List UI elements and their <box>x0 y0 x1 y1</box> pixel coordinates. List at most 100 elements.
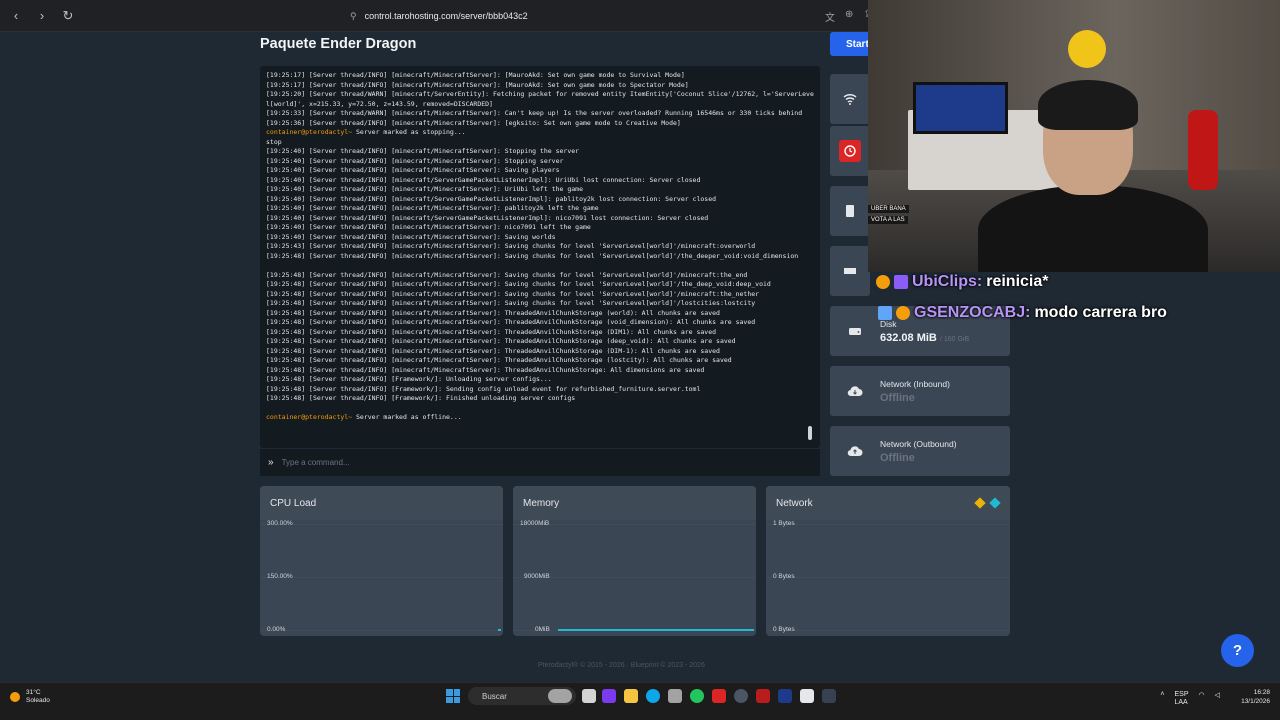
console-line: [19:25:48] [Server thread/INFO] [minecra… <box>266 365 705 374</box>
spotify-icon[interactable] <box>690 689 704 703</box>
command-bar: » <box>260 448 820 476</box>
stream-overlay-text-b: VOTA A LAS <box>868 216 908 224</box>
cpu-series <box>498 629 501 631</box>
chat-message: UbiClips: reinicia* <box>876 273 1048 291</box>
cpu-card <box>830 186 870 236</box>
console-line: [19:25:48] [Server thread/INFO] [minecra… <box>266 337 736 345</box>
console-line: [19:25:48] [Server thread/INFO] [Framewo… <box>266 375 552 383</box>
chat-message: GSENZOCABJ: modo carrera bro <box>878 304 1167 322</box>
network-outbound-card: Network (Outbound) Offline <box>830 426 1010 476</box>
chevron-up-icon[interactable]: ˄ <box>1160 691 1164 707</box>
windows-start-icon[interactable] <box>446 689 460 703</box>
console-line: [19:25:48] [Server thread/INFO] [minecra… <box>266 280 771 288</box>
lang-indicator[interactable]: ESP LAA <box>1174 691 1188 707</box>
address-card <box>830 74 870 124</box>
streamer-hair <box>1038 80 1138 130</box>
windows-taskbar: 31°C Soleado Buscar ˄ ESP LAA ◠ ◁ 16:28 1… <box>0 682 1280 720</box>
chat-username: GSENZOCABJ: <box>914 304 1031 321</box>
widget-icon[interactable] <box>548 689 572 703</box>
console-line: [19:25:48] [Server thread/INFO] [Framewo… <box>266 384 701 393</box>
server-console[interactable]: [19:25:17] [Server thread/INFO] [minecra… <box>260 66 820 448</box>
zoom-icon[interactable]: ⊕ <box>845 9 853 24</box>
legend-inbound-icon <box>974 497 986 509</box>
console-line: [19:25:48] [Server thread/INFO] [minecra… <box>266 356 732 364</box>
console-line: [19:25:48] [Server thread/INFO] [minecra… <box>266 346 720 355</box>
taskbar-clock[interactable]: 16:28 13/1/2026 <box>1241 688 1270 706</box>
app-icon[interactable] <box>756 689 770 703</box>
cpu-tick-bottom: 0.00% <box>267 626 286 633</box>
app-icon[interactable] <box>822 689 836 703</box>
console-line: [19:25:40] [Server thread/INFO] [minecra… <box>266 194 717 203</box>
memory-card <box>830 246 870 296</box>
console-line: [19:25:40] [Server thread/INFO] [minecra… <box>266 185 583 193</box>
badge-icon <box>896 306 910 320</box>
console-line: [19:25:48] [Server thread/INFO] [minecra… <box>266 327 717 336</box>
cpu-tick-mid: 150.00% <box>267 573 293 580</box>
cloud-download-icon <box>830 385 880 397</box>
help-button[interactable]: ? <box>1221 634 1254 667</box>
console-line: [19:25:40] [Server thread/INFO] [minecra… <box>266 232 556 241</box>
console-line: [19:25:40] [Server thread/INFO] [minecra… <box>266 175 701 184</box>
command-input[interactable] <box>281 458 782 467</box>
webcam-overlay: UBER BANA VOTA A LAS <box>868 0 1280 272</box>
cpu-graph-title: CPU Load <box>260 486 503 520</box>
app-icon[interactable] <box>800 689 814 703</box>
console-line: [19:25:40] [Server thread/INFO] [minecra… <box>266 204 599 212</box>
console-line: [19:25:17] [Server thread/INFO] [minecra… <box>266 71 685 79</box>
translate-icon[interactable]: 文 <box>825 9 835 24</box>
back-icon[interactable]: ‹ <box>6 6 26 26</box>
console-line: [19:25:40] [Server thread/INFO] [minecra… <box>266 147 580 155</box>
memory-icon <box>830 266 870 276</box>
steam-icon[interactable] <box>778 689 792 703</box>
stream-overlay-text-a: UBER BANA <box>868 205 909 213</box>
weather-temp: 31°C <box>26 689 41 696</box>
net-in-value: Offline <box>880 391 915 404</box>
wifi-tray-icon[interactable]: ◠ <box>1199 691 1205 707</box>
site-info-icon[interactable]: ⚲ <box>350 11 357 22</box>
badge-icon <box>878 306 892 320</box>
network-tick-bottom: 0 Bytes <box>773 626 795 633</box>
badge-icon <box>876 275 890 289</box>
memory-series <box>558 629 754 631</box>
console-line: [19:25:48] [Server thread/INFO] [minecra… <box>266 308 720 317</box>
console-scrollbar[interactable] <box>808 426 812 440</box>
console-line: stop <box>266 137 282 146</box>
legend-outbound-icon <box>989 497 1001 509</box>
hard-drive-icon <box>830 325 880 337</box>
net-out-value: Offline <box>880 451 915 464</box>
system-tray[interactable]: ˄ ESP LAA ◠ ◁ <box>1160 691 1220 707</box>
reload-icon[interactable]: ↻ <box>58 6 78 26</box>
brave-icon[interactable] <box>712 689 726 703</box>
address-bar[interactable]: ⚲ control.tarohosting.com/server/bbb043c… <box>350 7 860 25</box>
console-line: [19:25:48] [Server thread/INFO] [minecra… <box>266 251 799 260</box>
forward-icon[interactable]: › <box>32 6 52 26</box>
network-graph: Network 1 Bytes 0 Bytes 0 Bytes <box>766 486 1010 636</box>
file-explorer-icon[interactable] <box>624 689 638 703</box>
task-view-icon[interactable] <box>582 689 596 703</box>
console-line: [19:25:48] [Server thread/INFO] [minecra… <box>266 289 760 298</box>
app-icon[interactable] <box>734 689 748 703</box>
console-line: [19:25:40] [Server thread/INFO] [minecra… <box>266 223 591 231</box>
app-icon[interactable] <box>602 689 616 703</box>
console-line: [19:25:40] [Server thread/INFO] [minecra… <box>266 166 560 174</box>
badge-icon <box>894 275 908 289</box>
net-in-label: Network (Inbound) <box>880 378 950 389</box>
console-line: [19:25:36] [Server thread/INFO] [minecra… <box>266 118 681 127</box>
chat-username: UbiClips: <box>912 273 983 290</box>
clock-icon <box>830 140 870 162</box>
start-button[interactable]: Start <box>830 32 870 56</box>
volume-icon[interactable]: ◁ <box>1215 691 1220 707</box>
app-icon[interactable] <box>668 689 682 703</box>
console-line: [19:25:43] [Server thread/INFO] [minecra… <box>266 242 756 250</box>
weather-desc: Soleado <box>26 697 50 704</box>
chip-icon <box>830 204 870 218</box>
edge-icon[interactable] <box>646 689 660 703</box>
weather-widget[interactable]: 31°C Soleado <box>10 689 50 705</box>
console-line: [19:25:48] [Server thread/INFO] [minecra… <box>266 318 756 326</box>
browser-toolbar: ‹ › ↻ ⚲ control.tarohosting.com/server/b… <box>0 0 872 32</box>
console-line: container@pterodactyl~ Server marked as … <box>266 128 466 136</box>
footer-copyright: Pterodactyl® © 2015 - 2026 · Blueprint ©… <box>538 662 705 669</box>
console-line: [19:25:40] [Server thread/INFO] [minecra… <box>266 213 709 222</box>
